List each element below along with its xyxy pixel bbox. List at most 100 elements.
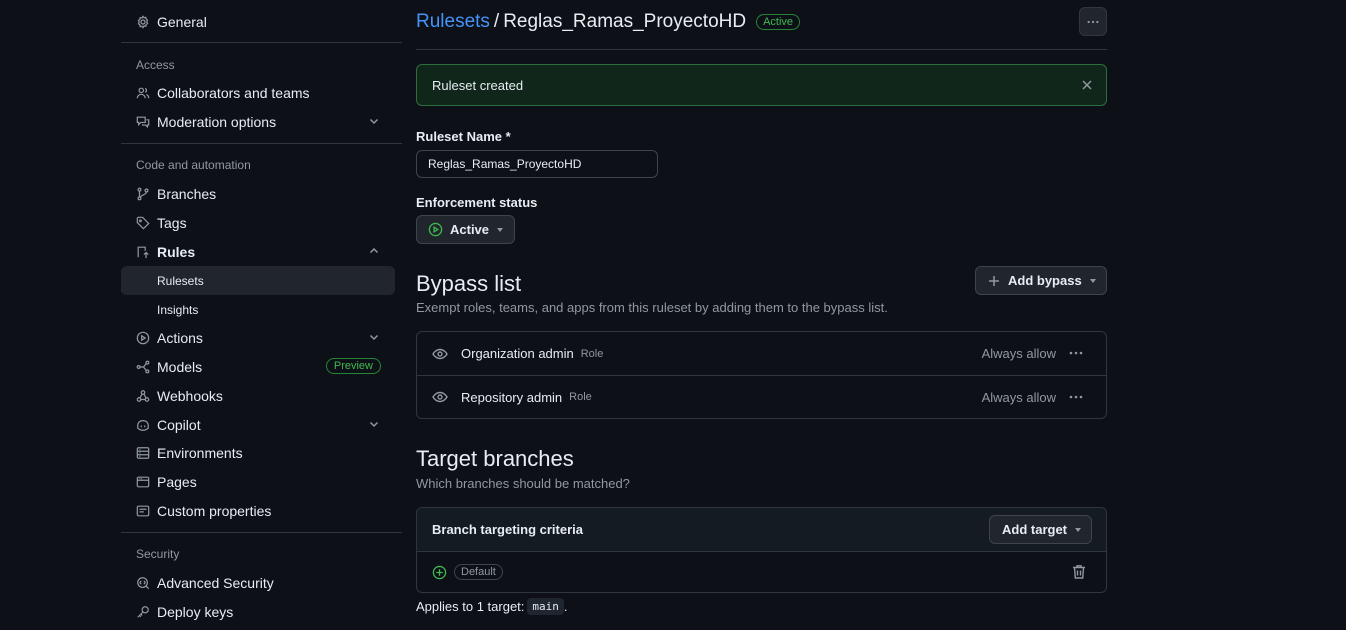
add-target-label: Add target (1002, 522, 1067, 537)
add-target-button[interactable]: Add target (989, 515, 1092, 544)
section-label-code: Code and automation (136, 158, 251, 172)
sidebar-item-pages[interactable]: Pages (121, 467, 395, 496)
settings-sidebar: General Access Collaborators and teams M… (121, 0, 402, 630)
sidebar-item-custom-properties[interactable]: Custom properties (121, 496, 395, 525)
caret-down-icon (1089, 278, 1096, 283)
people-icon (135, 85, 151, 101)
webhook-icon (135, 388, 151, 404)
breadcrumb-separator: / (493, 11, 500, 32)
enforcement-status-dropdown[interactable]: Active (416, 215, 515, 244)
branch-targeting-label: Branch targeting criteria (432, 522, 583, 537)
sidebar-item-rulesets[interactable]: Rulesets (121, 266, 395, 295)
bypass-list-description: Exempt roles, teams, and apps from this … (416, 300, 888, 315)
add-bypass-button[interactable]: Add bypass (975, 266, 1107, 295)
sidebar-item-label: Custom properties (157, 502, 272, 519)
server-icon (135, 445, 151, 461)
sidebar-item-label: Actions (157, 329, 203, 346)
bypass-actor-type: Role (569, 391, 592, 403)
bypass-mode[interactable]: Always allow (982, 346, 1056, 361)
target-branches-heading: Target branches (416, 446, 574, 471)
plus-icon (989, 275, 999, 286)
git-branch-icon (135, 186, 151, 202)
chevron-down-icon[interactable] (369, 419, 379, 429)
rulesets-link[interactable]: Rulesets (416, 11, 490, 33)
note-icon (135, 503, 151, 519)
enforcement-status-label: Enforcement status (416, 195, 538, 210)
section-label-access: Access (136, 58, 175, 72)
sidebar-divider (121, 532, 402, 533)
enforcement-status-value: Active (450, 222, 490, 237)
target-row: Default (417, 552, 1106, 592)
bypass-actor-name: Organization admin (461, 346, 574, 361)
copilot-icon (135, 417, 151, 433)
list-item: Organization admin Role Always allow (417, 332, 1106, 375)
sidebar-item-label: Branches (157, 185, 217, 202)
preview-badge: Preview (325, 358, 381, 374)
sidebar-item-label: Webhooks (157, 387, 223, 404)
target-branches-description: Which branches should be matched? (416, 476, 630, 491)
tag-icon (135, 215, 151, 231)
sidebar-item-label: Moderation options (157, 113, 277, 130)
sidebar-item-collaborators[interactable]: Collaborators and teams (121, 78, 395, 107)
key-icon (135, 604, 151, 620)
sidebar-item-general[interactable]: General (121, 7, 395, 36)
sidebar-item-environments[interactable]: Environments (121, 438, 395, 467)
repo-push-icon (135, 244, 151, 260)
chevron-up-icon[interactable] (369, 246, 379, 256)
chevron-down-icon[interactable] (369, 116, 379, 126)
more-options-button[interactable] (1079, 7, 1107, 36)
sidebar-item-label: Deploy keys (157, 603, 234, 620)
caret-down-icon (1075, 527, 1081, 532)
plus-circle-icon (432, 565, 447, 579)
sidebar-item-webhooks[interactable]: Webhooks (121, 381, 395, 410)
sidebar-item-actions[interactable]: Actions (121, 323, 395, 352)
breadcrumb: Rulesets / Reglas_Ramas_ProyectoHD Activ… (416, 11, 801, 33)
sidebar-item-branches[interactable]: Branches (121, 179, 395, 208)
ruleset-name-input[interactable] (416, 150, 658, 178)
browser-icon (135, 474, 151, 490)
branch-targeting-box: Branch targeting criteria Add target Def… (416, 507, 1107, 593)
kebab-horizontal-icon[interactable] (1068, 390, 1084, 404)
branch-targeting-header: Branch targeting criteria Add target (417, 508, 1106, 552)
sidebar-item-copilot[interactable]: Copilot (121, 410, 395, 439)
play-icon (135, 330, 151, 346)
eye-icon (432, 348, 448, 359)
sidebar-divider (121, 42, 402, 43)
kebab-horizontal-icon (1087, 20, 1099, 23)
applies-summary: Applies to 1 target: main . (416, 598, 568, 615)
codescan-icon (135, 575, 151, 591)
comment-discussion-icon (135, 114, 151, 130)
sidebar-item-advanced-security[interactable]: Advanced Security (121, 568, 395, 597)
sidebar-item-rules[interactable]: Rules (121, 237, 395, 266)
play-icon (428, 222, 443, 237)
sidebar-item-models[interactable]: Models Preview (121, 352, 395, 381)
kebab-horizontal-icon[interactable] (1068, 346, 1084, 360)
main-content: Rulesets / Reglas_Ramas_ProyectoHD Activ… (416, 0, 1107, 630)
trash-icon[interactable] (1072, 564, 1086, 580)
sidebar-item-label: Pages (157, 473, 197, 490)
sidebar-item-tags[interactable]: Tags (121, 208, 395, 237)
success-flash: Ruleset created (416, 64, 1107, 106)
sidebar-item-moderation[interactable]: Moderation options (121, 107, 395, 136)
bypass-actor-type: Role (580, 347, 604, 360)
section-label-security: Security (136, 547, 180, 561)
bypass-mode[interactable]: Always allow (982, 390, 1056, 405)
status-badge: Active (756, 14, 801, 30)
sidebar-item-label: Advanced Security (157, 574, 274, 591)
applies-period: . (563, 599, 568, 614)
sidebar-item-label: General (157, 13, 207, 30)
chevron-down-icon[interactable] (369, 332, 379, 342)
sidebar-item-insights[interactable]: Insights (121, 295, 395, 324)
ruleset-name-label: Ruleset Name * (416, 129, 511, 144)
eye-icon (432, 391, 448, 403)
sidebar-item-deploy-keys[interactable]: Deploy keys (121, 597, 395, 626)
bypass-actor-name: Repository admin (461, 389, 563, 405)
sidebar-item-label: Models (157, 358, 203, 375)
applies-text: Applies to 1 target: (416, 599, 525, 614)
target-branch-code: main (527, 598, 564, 615)
sidebar-item-label: Rules (157, 243, 196, 260)
close-icon[interactable] (1080, 78, 1094, 92)
sidebar-item-label: Tags (157, 214, 187, 231)
caret-down-icon (497, 227, 504, 232)
sidebar-item-label: Collaborators and teams (157, 84, 310, 101)
